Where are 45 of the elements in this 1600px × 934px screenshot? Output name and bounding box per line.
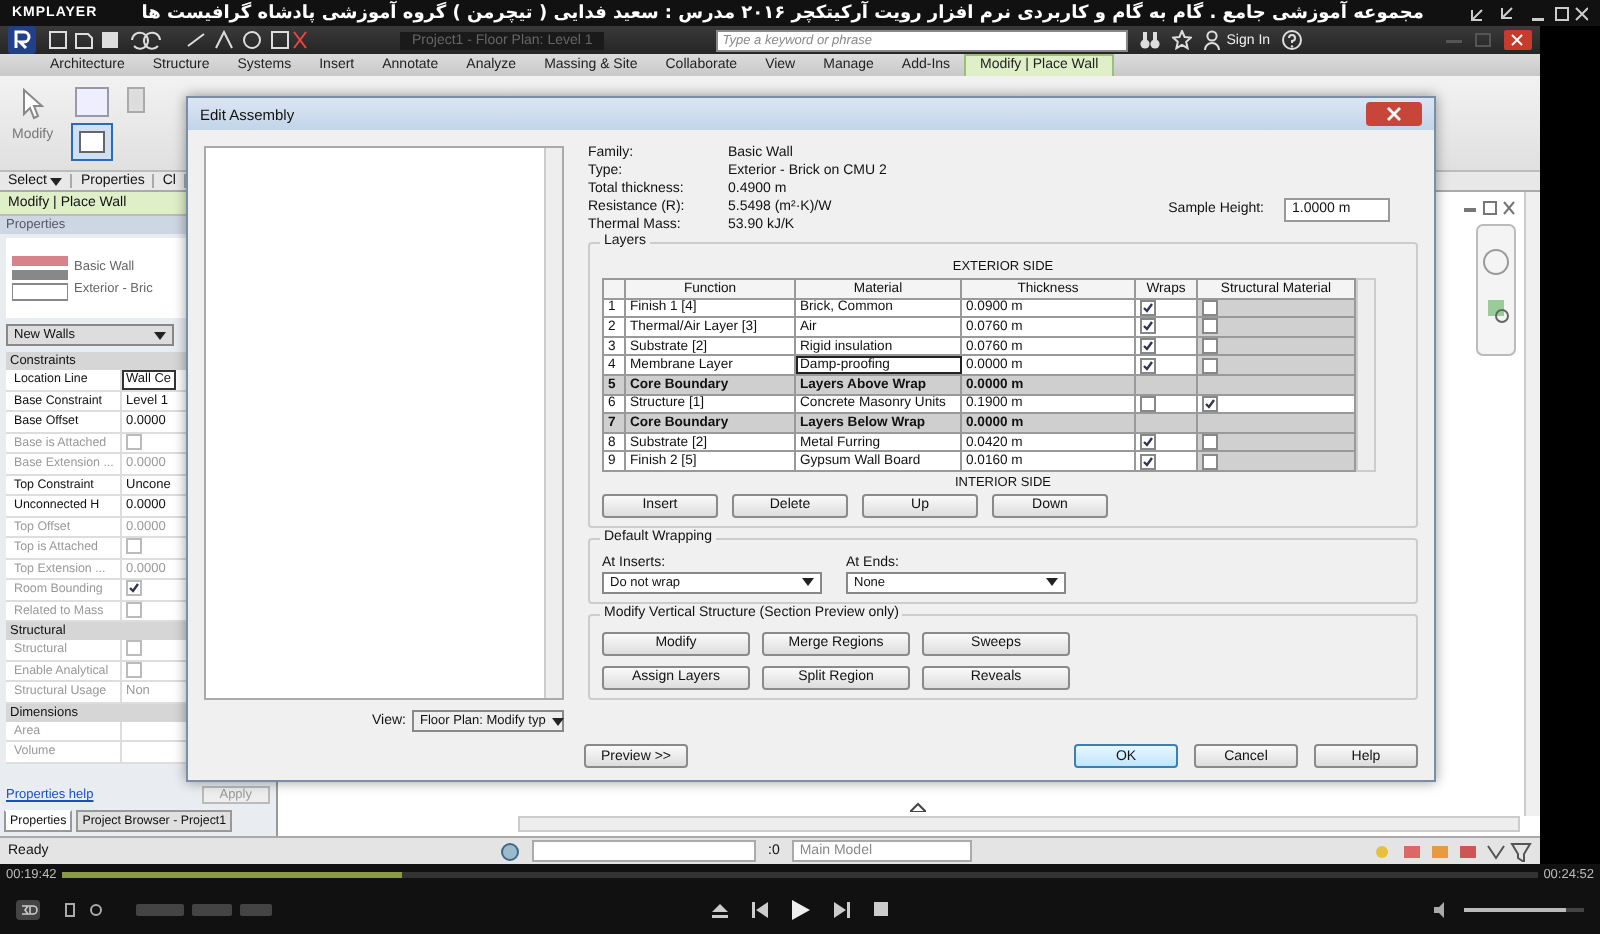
video-title: مجموعه آموزشی جامع . گام به گام و کاربردی نرم افزار رویت آرکیتکچر ۲۰۱۶ مدرس : سعید فدایی ( تیچرمن ) گروه آموزشی پادشاه گرافیست ها	[139, 3, 1426, 23]
star-icon[interactable]	[1172, 30, 1193, 50]
caret-icon	[802, 578, 814, 587]
play-icon[interactable]	[792, 899, 810, 919]
caret-icon	[50, 177, 63, 185]
vertical-scrollbar[interactable]	[544, 148, 562, 698]
properties-tool-icon[interactable]	[65, 84, 118, 164]
vertical-scrollbar[interactable]	[1356, 278, 1376, 472]
eject-icon[interactable]	[712, 901, 728, 917]
filter-icons[interactable]	[1372, 841, 1532, 861]
checkbox[interactable]	[1140, 453, 1156, 470]
close-icon[interactable]	[1366, 102, 1422, 126]
binoculars-icon[interactable]	[1140, 30, 1161, 50]
cursor-icon	[20, 88, 45, 120]
checkbox[interactable]	[1140, 434, 1156, 451]
help-icon[interactable]	[1282, 30, 1303, 50]
checkbox[interactable]	[1202, 338, 1218, 355]
checkbox[interactable]	[1202, 318, 1218, 335]
checkbox[interactable]	[1202, 453, 1218, 470]
checkbox[interactable]	[1140, 338, 1156, 355]
workset-field[interactable]	[532, 840, 756, 862]
caret-icon	[551, 717, 564, 725]
navigation-bar-icon[interactable]	[1476, 224, 1516, 356]
toolbar-icons[interactable]	[48, 30, 308, 50]
vertical-scrollbar[interactable]	[1524, 192, 1540, 816]
previous-icon[interactable]	[752, 901, 768, 917]
workset-icon[interactable]	[500, 841, 520, 861]
horizontal-scrollbar[interactable]	[518, 816, 1520, 832]
revit-logo-icon[interactable]	[8, 26, 36, 54]
caret-icon	[154, 331, 166, 339]
seek-bar[interactable]	[62, 871, 1538, 877]
caret-icon	[1046, 578, 1058, 587]
column-header[interactable]	[603, 279, 625, 299]
checkbox[interactable]	[1140, 318, 1156, 335]
checkbox[interactable]	[1140, 357, 1156, 374]
window-controls-icon[interactable]	[1468, 5, 1588, 21]
app-window-controls-icon[interactable]	[1444, 30, 1532, 50]
view-window-controls-icon[interactable]	[1464, 200, 1516, 216]
3d-mode-icon[interactable]	[16, 899, 40, 919]
wall-swatch-icon	[12, 252, 68, 304]
person-icon	[1204, 30, 1221, 50]
checkbox[interactable]	[1202, 434, 1218, 451]
checkbox[interactable]	[1202, 357, 1218, 374]
expand-arrow-icon[interactable]	[909, 802, 925, 812]
next-icon[interactable]	[834, 901, 850, 917]
